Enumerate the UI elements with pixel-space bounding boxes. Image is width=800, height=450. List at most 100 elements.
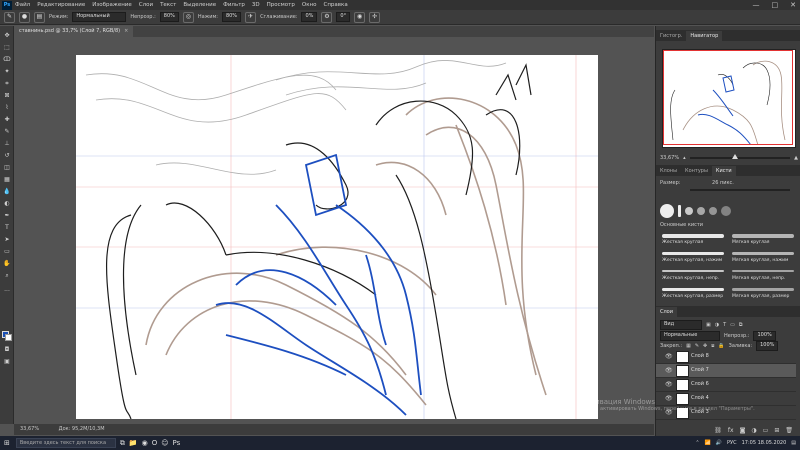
layer-opacity-input[interactable]: 100%: [753, 330, 776, 341]
brush-item[interactable]: Мягкая круглая, нажим: [730, 250, 796, 264]
dodge-tool-icon[interactable]: ◐: [2, 200, 12, 208]
fill-input[interactable]: 100%: [756, 340, 779, 351]
tab-paths[interactable]: Контуры: [681, 166, 712, 176]
opera-icon[interactable]: O: [152, 438, 158, 448]
discord-icon[interactable]: ☺: [161, 438, 168, 448]
brush-preset-soft[interactable]: [685, 207, 693, 215]
brush-preset-line[interactable]: [678, 205, 681, 217]
filter-shape-icon[interactable]: ▭: [730, 322, 735, 328]
crop-tool-icon[interactable]: ⌗: [2, 80, 12, 88]
quick-select-icon[interactable]: ✦: [2, 68, 12, 76]
new-layer-icon[interactable]: ⊞: [774, 427, 779, 434]
quick-mask-icon[interactable]: ◘: [2, 346, 12, 354]
healing-brush-icon[interactable]: ✚: [2, 116, 12, 124]
history-brush-icon[interactable]: ↺: [2, 152, 12, 160]
layer-row[interactable]: 👁 Слой 8: [656, 350, 796, 364]
menu-help[interactable]: Справка: [323, 2, 347, 8]
layer-style-icon[interactable]: fx: [728, 427, 734, 434]
screen-mode-icon[interactable]: ▣: [2, 358, 12, 366]
blend-mode-select[interactable]: Нормальные: [660, 330, 720, 341]
menu-view[interactable]: Просмотр: [267, 2, 295, 8]
language-indicator[interactable]: РУС: [727, 440, 737, 446]
navigator-view-frame[interactable]: [663, 50, 793, 145]
brush-size-value[interactable]: 26 пикс.: [712, 180, 734, 186]
menu-type[interactable]: Текст: [160, 2, 176, 8]
menu-edit[interactable]: Редактирование: [37, 2, 85, 8]
visibility-eye-icon[interactable]: 👁: [665, 381, 673, 388]
lock-position-icon[interactable]: ✥: [703, 343, 707, 349]
background-color[interactable]: [5, 334, 12, 341]
menu-image[interactable]: Изображение: [92, 2, 132, 8]
lock-all-icon[interactable]: 🔒: [718, 343, 724, 349]
layer-row[interactable]: 👁 Слой 6: [656, 378, 796, 392]
zoom-level[interactable]: 33,67%: [20, 426, 39, 432]
move-tool-icon[interactable]: ✥: [2, 32, 12, 40]
brush-item[interactable]: Мягкая круглая, непр.: [730, 268, 796, 282]
brush-item[interactable]: Жесткая круглая, непр.: [660, 268, 726, 282]
new-group-icon[interactable]: ▭: [763, 427, 769, 434]
windows-start-icon[interactable]: ⊞: [4, 438, 10, 448]
brush-folder[interactable]: Основные кисти: [660, 222, 703, 228]
brush-settings-icon[interactable]: ▤: [34, 11, 45, 23]
tray-up-arrow-icon[interactable]: ⌃: [695, 440, 699, 446]
filter-adjust-icon[interactable]: ◑: [715, 322, 719, 328]
brush-size-slider[interactable]: [690, 189, 790, 191]
flow-input[interactable]: 80%: [221, 12, 242, 22]
close-tab-icon[interactable]: ×: [124, 28, 128, 34]
minimize-button[interactable]: —: [753, 1, 760, 9]
brush-preset-picker[interactable]: ●: [19, 11, 30, 23]
menu-3d[interactable]: 3D: [252, 2, 260, 8]
lasso-tool-icon[interactable]: ↀ: [2, 56, 12, 64]
tab-histogram[interactable]: Гистогр.: [656, 31, 686, 41]
hand-tool-icon[interactable]: ✋: [2, 260, 12, 268]
clone-stamp-icon[interactable]: ⊥: [2, 140, 12, 148]
menu-filter[interactable]: Фильтр: [223, 2, 245, 8]
document-canvas[interactable]: [76, 55, 598, 419]
smoothing-input[interactable]: 0%: [301, 12, 318, 22]
document-tab[interactable]: ставнинь.psd @ 33,7% (Слой 7, RGB/8) ×: [14, 26, 134, 37]
menu-window[interactable]: Окно: [302, 2, 317, 8]
path-select-icon[interactable]: ➤: [2, 236, 12, 244]
navigator-zoom-value[interactable]: 33,67%: [660, 155, 679, 161]
volume-icon[interactable]: 🔊: [716, 440, 722, 446]
browser-icon[interactable]: ◉: [142, 438, 148, 448]
tab-layers[interactable]: Слои: [656, 307, 677, 317]
navigator-preview[interactable]: [662, 49, 796, 148]
brush-item[interactable]: Мягкая круглая, размер: [730, 286, 796, 300]
lock-transparency-icon[interactable]: ▦: [686, 343, 691, 349]
shape-tool-icon[interactable]: ▭: [2, 248, 12, 256]
tab-navigator[interactable]: Навигатор: [686, 31, 723, 41]
gradient-tool-icon[interactable]: ▦: [2, 176, 12, 184]
menu-select[interactable]: Выделение: [183, 2, 216, 8]
network-icon[interactable]: 📶: [705, 440, 711, 446]
notifications-icon[interactable]: ▤: [791, 440, 796, 446]
maximize-button[interactable]: □: [772, 1, 779, 9]
menu-file[interactable]: Файл: [15, 2, 30, 8]
mode-select[interactable]: Нормальный: [72, 12, 127, 22]
type-tool-icon[interactable]: T: [2, 224, 12, 232]
file-explorer-icon[interactable]: 📁: [129, 438, 138, 448]
layer-kind-filter[interactable]: Вид: [660, 319, 702, 330]
brush-preset-hard[interactable]: [660, 204, 674, 218]
brush-preset-soft-4[interactable]: [721, 206, 731, 216]
zoom-in-icon[interactable]: ▲: [794, 155, 798, 161]
brush-preset-soft-3[interactable]: [709, 207, 717, 215]
visibility-eye-icon[interactable]: 👁: [665, 353, 673, 360]
brush-tool-icon[interactable]: ✎: [4, 11, 15, 23]
lock-artboard-icon[interactable]: ⧈: [711, 343, 714, 349]
zoom-out-icon[interactable]: ▴: [683, 155, 686, 161]
brush-item[interactable]: Жесткая круглая, нажим: [660, 250, 726, 264]
pressure-size-icon[interactable]: ◉: [354, 11, 366, 23]
angle-input[interactable]: 0°: [336, 12, 351, 22]
brush-item[interactable]: Мягкая круглая: [730, 232, 796, 246]
brush-preset-soft-2[interactable]: [697, 207, 705, 215]
task-view-icon[interactable]: ⧉: [120, 438, 125, 448]
zoom-slider[interactable]: [689, 154, 791, 159]
brush-tool-icon[interactable]: ✎: [2, 128, 12, 136]
close-button[interactable]: ✕: [790, 1, 796, 9]
brush-item[interactable]: Жесткая круглая: [660, 232, 726, 246]
link-layers-icon[interactable]: ⛓: [714, 427, 722, 434]
eraser-tool-icon[interactable]: ◫: [2, 164, 12, 172]
marquee-tool-icon[interactable]: ⬚: [2, 44, 12, 52]
blur-tool-icon[interactable]: 💧: [2, 188, 12, 196]
